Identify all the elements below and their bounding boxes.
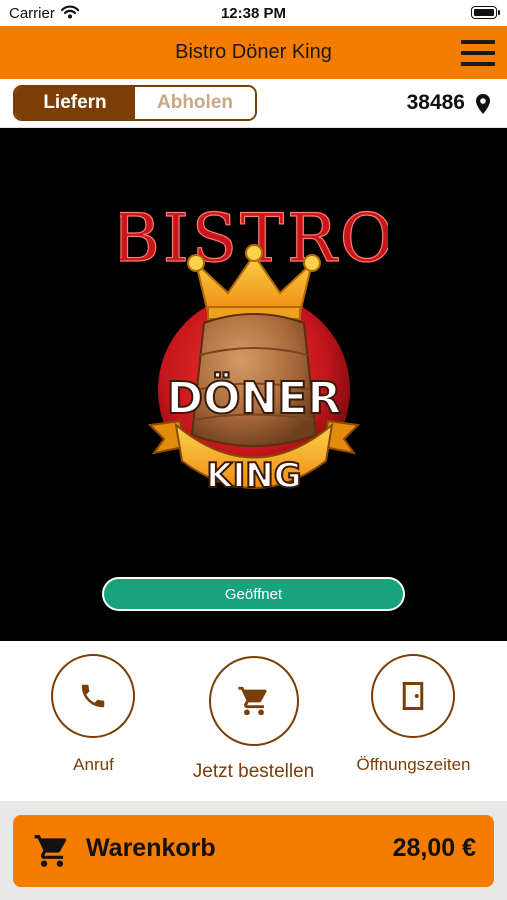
status-bar: Carrier 12:38 PM xyxy=(0,0,507,26)
hours-action[interactable]: Öffnungszeiten xyxy=(329,641,498,801)
cart-button[interactable]: Warenkorb 28,00 € xyxy=(13,815,494,887)
call-action[interactable]: Anruf xyxy=(9,641,178,801)
hamburger-menu-icon[interactable] xyxy=(461,40,495,66)
shopping-cart-icon xyxy=(34,835,67,867)
door-icon xyxy=(402,682,424,710)
hours-button[interactable] xyxy=(371,654,455,738)
postcode-label[interactable]: 38486 xyxy=(407,91,465,115)
app-header: Bistro Döner King xyxy=(0,26,507,79)
open-status-badge: Geöffnet xyxy=(102,577,405,611)
logo-middle-text: DÖNER xyxy=(167,371,342,424)
order-label: Jetzt bestellen xyxy=(192,761,315,782)
battery-icon xyxy=(471,6,500,19)
quick-actions: Anruf Jetzt bestellen Öffnungszeiten xyxy=(0,641,507,801)
cart-footer: Warenkorb 28,00 € xyxy=(0,801,507,900)
order-mode-bar: Liefern Abholen 38486 xyxy=(0,79,507,128)
phone-icon xyxy=(81,684,105,708)
hours-label: Öffnungszeiten xyxy=(356,755,471,774)
cart-label: Warenkorb xyxy=(86,834,216,862)
call-label: Anruf xyxy=(73,755,114,774)
restaurant-title: Bistro Döner King xyxy=(175,41,332,63)
logo-bottom-text: KING xyxy=(206,456,301,496)
order-action[interactable]: Jetzt bestellen xyxy=(169,641,338,801)
cart-icon xyxy=(238,686,267,716)
order-button[interactable] xyxy=(209,656,299,746)
clock: 12:38 PM xyxy=(220,5,287,22)
segment-deliver[interactable]: Liefern xyxy=(15,87,135,119)
call-button[interactable] xyxy=(51,654,135,738)
cart-total: 28,00 € xyxy=(392,834,476,862)
restaurant-logo: BISTRO DÖNER KING xyxy=(120,199,388,497)
location-pin-icon[interactable] xyxy=(475,93,491,115)
order-mode-segmented-control: Liefern Abholen xyxy=(13,85,257,121)
segment-pickup[interactable]: Abholen xyxy=(135,87,255,119)
